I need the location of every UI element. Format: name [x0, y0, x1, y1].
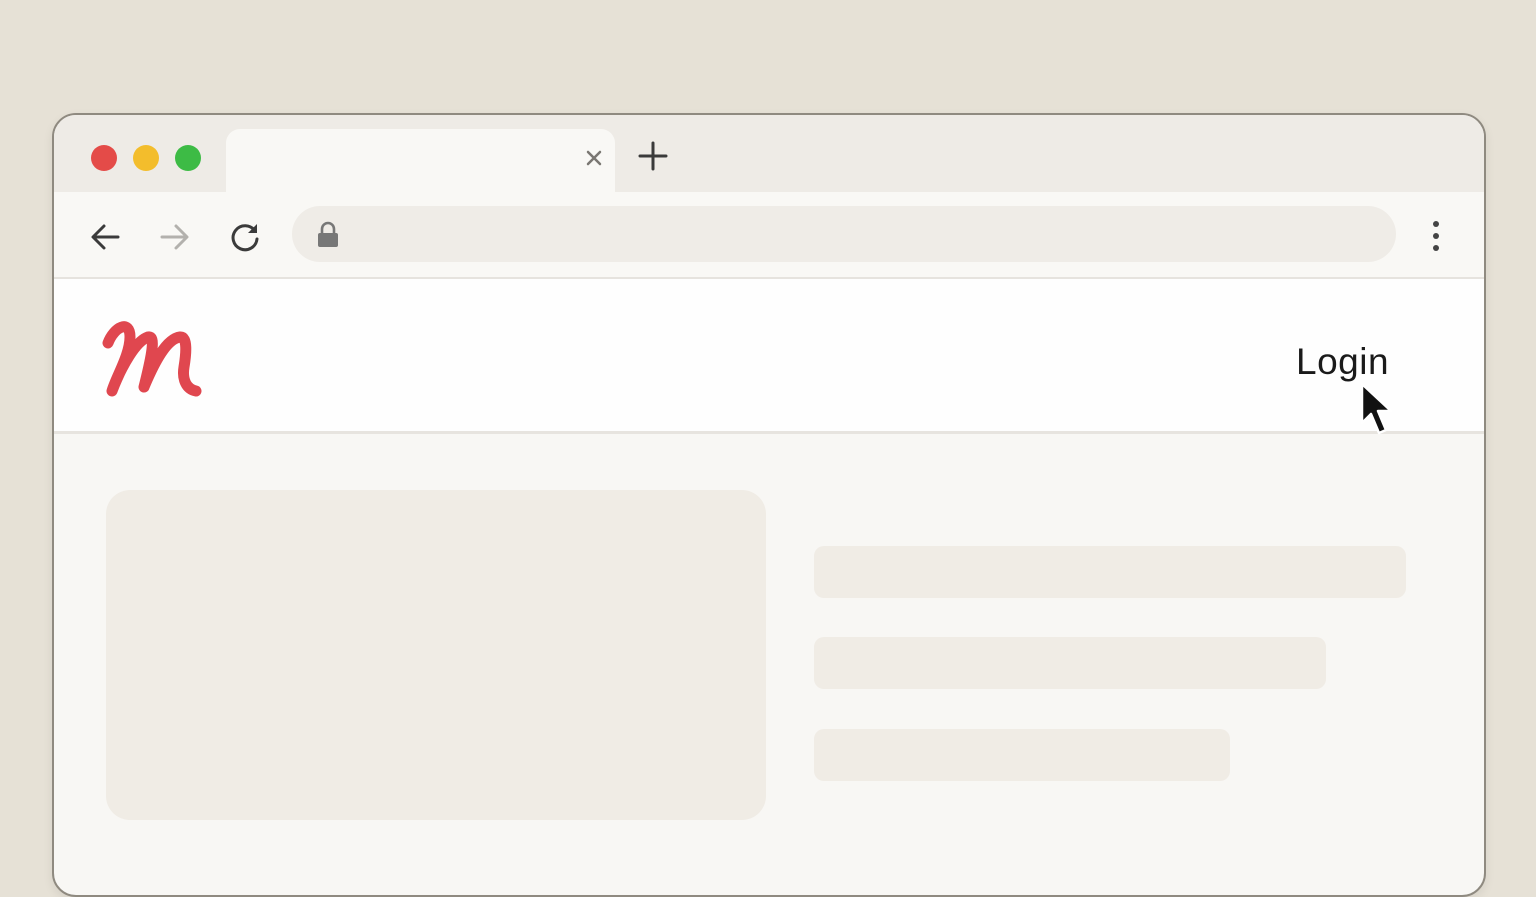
- page-content: [54, 434, 1484, 895]
- browser-menu-button[interactable]: [1426, 218, 1446, 254]
- text-placeholder-line: [814, 546, 1406, 598]
- image-placeholder: [106, 490, 766, 820]
- login-link[interactable]: Login: [1296, 341, 1389, 383]
- back-button[interactable]: [88, 220, 122, 254]
- address-bar[interactable]: [292, 206, 1396, 262]
- reload-button[interactable]: [228, 220, 262, 254]
- logo-m-icon: [102, 321, 202, 397]
- forward-button[interactable]: [158, 220, 192, 254]
- new-tab-button[interactable]: [636, 139, 670, 173]
- tab-strip: [54, 115, 1484, 192]
- site-logo[interactable]: [100, 315, 204, 403]
- browser-window: Login: [52, 113, 1486, 897]
- plus-icon: [638, 141, 668, 171]
- text-placeholder-line: [814, 637, 1326, 689]
- arrow-cursor-icon: [1360, 382, 1393, 435]
- browser-tab[interactable]: [226, 129, 615, 192]
- tab-close-button[interactable]: [585, 147, 603, 173]
- maximize-window-button[interactable]: [175, 145, 201, 171]
- arrow-left-icon: [91, 224, 120, 250]
- lock-icon: [318, 221, 338, 247]
- close-window-button[interactable]: [91, 145, 117, 171]
- reload-icon: [231, 224, 259, 252]
- minimize-window-button[interactable]: [133, 145, 159, 171]
- browser-toolbar: [54, 192, 1484, 279]
- site-header: Login: [54, 279, 1484, 435]
- close-icon: [586, 150, 602, 166]
- text-placeholder-line: [814, 729, 1230, 781]
- kebab-menu-icon: [1433, 221, 1439, 251]
- arrow-right-icon: [160, 224, 189, 250]
